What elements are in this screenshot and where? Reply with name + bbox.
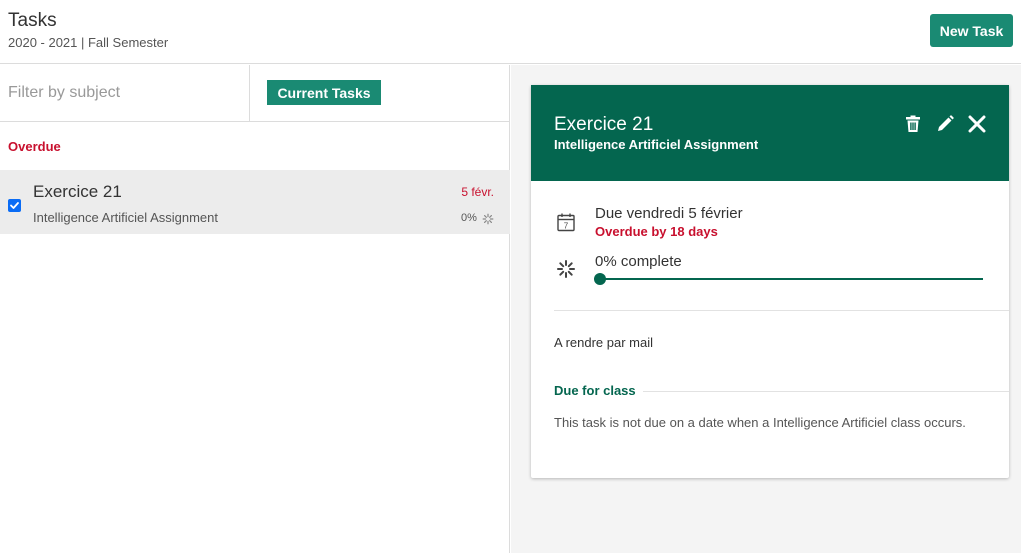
- task-list-item[interactable]: Exercice 21 Intelligence Artificiel Assi…: [0, 170, 510, 234]
- task-detail-subject: Intelligence Artificiel Assignment: [554, 137, 759, 152]
- task-list-pane: Current Tasks Overdue Exercice 21 Intell…: [0, 65, 510, 553]
- progress-slider-handle[interactable]: [594, 273, 606, 285]
- filter-by-subject-input[interactable]: [0, 65, 250, 121]
- close-icon[interactable]: [967, 114, 987, 134]
- overdue-status: Overdue by 18 days: [595, 224, 718, 239]
- page-title: Tasks: [8, 10, 57, 31]
- pencil-icon[interactable]: [935, 114, 955, 134]
- due-for-class-heading: Due for class: [554, 383, 636, 398]
- task-detail-header: Exercice 21 Intelligence Artificiel Assi…: [531, 85, 1009, 181]
- due-for-class-message: This task is not due on a date when a In…: [554, 415, 966, 430]
- divider: [554, 310, 1009, 311]
- task-item-due-date: 5 févr.: [461, 185, 494, 199]
- task-detail-title: Exercice 21: [554, 114, 654, 135]
- progress-spinner-icon: [556, 259, 576, 284]
- task-item-progress: 0%: [461, 212, 477, 224]
- page-subtitle: 2020 - 2021 | Fall Semester: [8, 35, 169, 50]
- trash-icon[interactable]: [903, 114, 923, 134]
- due-date-text: Due vendredi 5 février: [595, 205, 743, 222]
- current-tasks-button[interactable]: Current Tasks: [267, 80, 381, 105]
- checkbox-checked-icon[interactable]: [8, 199, 21, 212]
- task-item-title: Exercice 21: [33, 182, 122, 201]
- new-task-button[interactable]: New Task: [930, 14, 1013, 47]
- filter-bar: Current Tasks: [0, 65, 510, 122]
- progress-slider-track[interactable]: [598, 278, 983, 280]
- calendar-icon: 7: [556, 212, 576, 237]
- app-header: Tasks 2020 - 2021 | Fall Semester New Ta…: [0, 0, 1021, 64]
- task-note: A rendre par mail: [554, 335, 653, 350]
- progress-complete-text: 0% complete: [595, 253, 682, 270]
- task-item-subject: Intelligence Artificiel Assignment: [33, 210, 218, 225]
- progress-spinner-icon: [482, 212, 494, 230]
- calendar-day-number: 7: [564, 222, 569, 231]
- task-detail-pane: Exercice 21 Intelligence Artificiel Assi…: [511, 65, 1021, 553]
- overdue-group-label: Overdue: [8, 139, 61, 154]
- divider: [643, 391, 1009, 392]
- task-detail-card: Exercice 21 Intelligence Artificiel Assi…: [531, 85, 1009, 478]
